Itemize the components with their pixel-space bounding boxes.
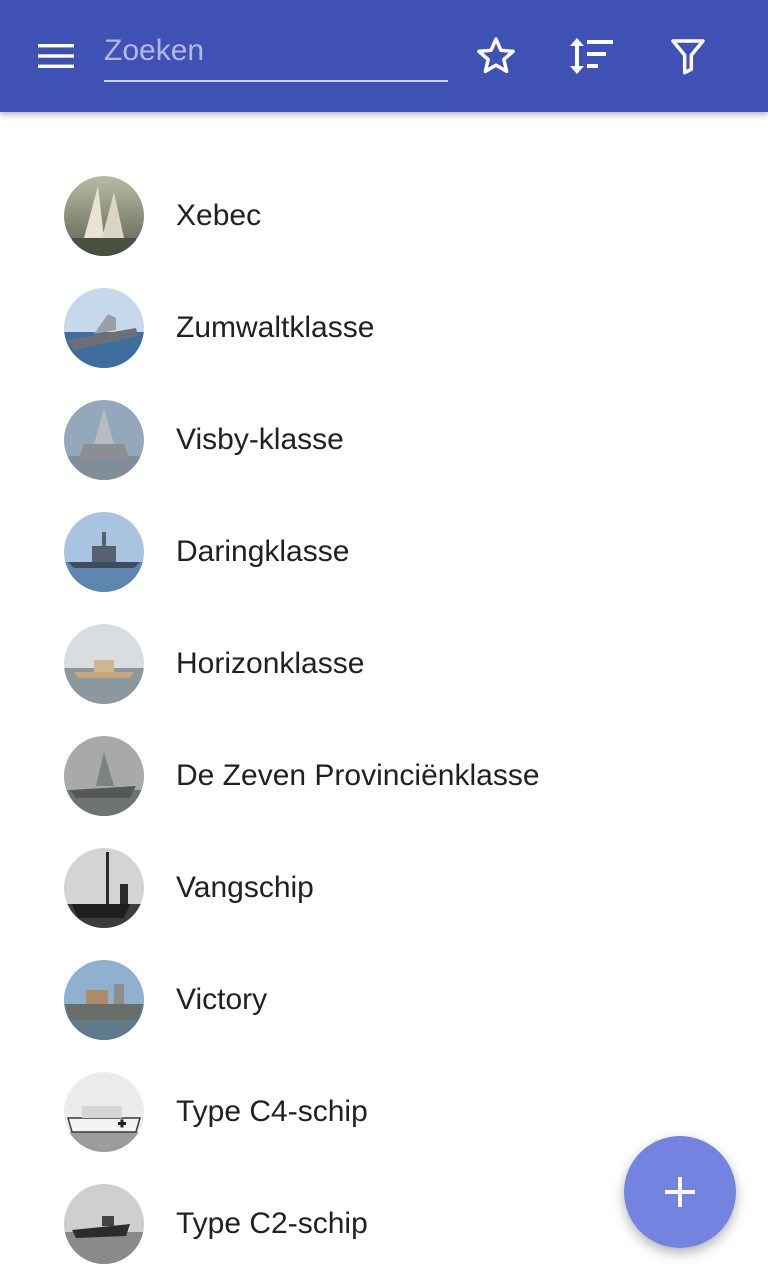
search-input[interactable] bbox=[104, 24, 448, 78]
filter-icon bbox=[671, 39, 705, 75]
menu-button[interactable] bbox=[20, 20, 92, 92]
app-root: Xebec Zumwaltklasse bbox=[0, 0, 768, 1280]
list-item-label: Type C4-schip bbox=[176, 1095, 368, 1128]
list-item[interactable]: Zumwaltklasse bbox=[0, 272, 768, 384]
sort-button[interactable] bbox=[556, 20, 628, 92]
ship-photo-thumbnail bbox=[64, 960, 144, 1040]
search-field bbox=[104, 24, 448, 82]
list-item[interactable]: Horizonklasse bbox=[0, 608, 768, 720]
list-item-label: Daringklasse bbox=[176, 535, 350, 568]
filter-button[interactable] bbox=[652, 20, 724, 92]
list-item[interactable]: Xebec bbox=[0, 160, 768, 272]
ship-photo-thumbnail bbox=[64, 512, 144, 592]
ship-photo-thumbnail bbox=[64, 1072, 144, 1152]
ship-photo-thumbnail bbox=[64, 848, 144, 928]
list-item-label: De Zeven Provinciënklasse bbox=[176, 759, 540, 792]
plus-icon bbox=[665, 1177, 695, 1207]
ship-photo-thumbnail bbox=[64, 176, 144, 256]
app-bar bbox=[0, 0, 768, 112]
list-item-label: Victory bbox=[176, 983, 268, 1016]
ship-photo-thumbnail bbox=[64, 288, 144, 368]
list-item-label: Vangschip bbox=[176, 871, 314, 904]
ship-photo-thumbnail bbox=[64, 624, 144, 704]
hamburger-menu-icon bbox=[38, 44, 74, 68]
add-button[interactable] bbox=[624, 1136, 736, 1248]
ship-photo-thumbnail bbox=[64, 400, 144, 480]
list-item[interactable]: Victory bbox=[0, 944, 768, 1056]
list-item-label: Horizonklasse bbox=[176, 647, 365, 680]
list-item-label: Xebec bbox=[176, 199, 262, 232]
ship-photo-thumbnail bbox=[64, 736, 144, 816]
list-item[interactable]: De Zeven Provinciënklasse bbox=[0, 720, 768, 832]
list-item-label: Visby-klasse bbox=[176, 423, 344, 456]
list-item[interactable]: Vangschip bbox=[0, 832, 768, 944]
sort-icon bbox=[570, 38, 613, 74]
list-item-label: Zumwaltklasse bbox=[176, 311, 375, 344]
star-outline-icon bbox=[477, 37, 515, 74]
list-item[interactable]: Visby-klasse bbox=[0, 384, 768, 496]
list-item-label: Type C2-schip bbox=[176, 1207, 368, 1240]
favorites-button[interactable] bbox=[460, 20, 532, 92]
ship-photo-thumbnail bbox=[64, 1184, 144, 1264]
list-item[interactable]: Daringklasse bbox=[0, 496, 768, 608]
